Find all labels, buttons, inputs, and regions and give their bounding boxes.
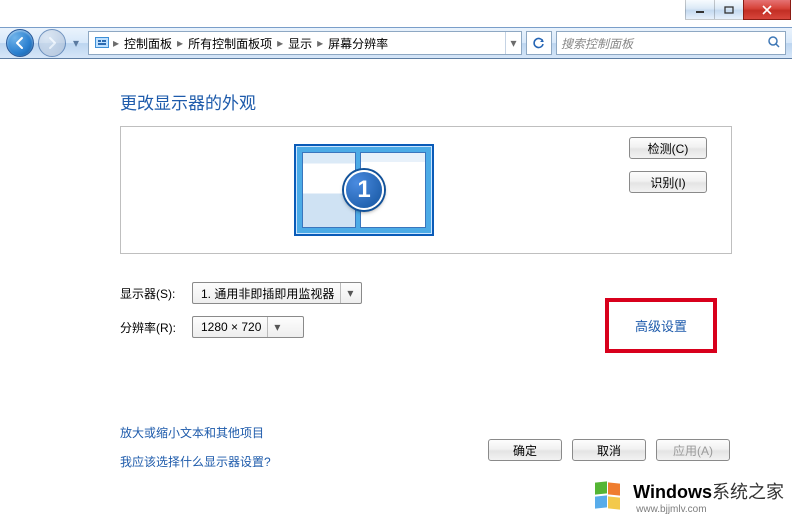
chevron-down-icon: ▾ xyxy=(340,283,353,303)
detect-button[interactable]: 检测(C) xyxy=(629,137,707,159)
forward-button[interactable] xyxy=(38,29,66,57)
nav-history-dropdown[interactable]: ▾ xyxy=(70,29,82,57)
maximize-button[interactable] xyxy=(714,0,744,20)
advanced-settings-link[interactable]: 高级设置 xyxy=(635,319,687,334)
watermark-url: www.bjjmlv.com xyxy=(636,504,784,515)
minimize-button[interactable] xyxy=(685,0,715,20)
watermark-brand: Windows xyxy=(633,482,712,502)
chevron-right-icon: ▸ xyxy=(316,36,324,50)
search-input[interactable]: 搜索控制面板 xyxy=(556,31,786,55)
refresh-button[interactable] xyxy=(526,31,552,55)
watermark-suffix: 系统之家 xyxy=(712,482,784,502)
chevron-down-icon: ▾ xyxy=(267,317,280,337)
cancel-button[interactable]: 取消 xyxy=(572,439,646,461)
monitor-preview[interactable]: 1 xyxy=(294,144,434,236)
close-button[interactable] xyxy=(743,0,791,20)
dialog-footer: 确定 取消 应用(A) xyxy=(488,439,730,461)
breadcrumb-dropdown[interactable]: ▾ xyxy=(505,32,521,54)
back-button[interactable] xyxy=(6,29,34,57)
resolution-label: 分辨率(R): xyxy=(120,310,192,344)
search-placeholder: 搜索控制面板 xyxy=(561,35,633,52)
page-title: 更改显示器的外观 xyxy=(120,89,732,114)
resolution-select-value: 1280 × 720 xyxy=(201,320,261,334)
monitor-number-badge: 1 xyxy=(344,170,384,210)
chevron-right-icon: ▸ xyxy=(276,36,284,50)
breadcrumb-item[interactable]: 所有控制面板项 xyxy=(184,35,276,52)
display-select-value: 1. 通用非即插即用监视器 xyxy=(201,285,334,302)
ok-button[interactable]: 确定 xyxy=(488,439,562,461)
identify-button[interactable]: 识别(I) xyxy=(629,171,707,193)
breadcrumb-item[interactable]: 显示 xyxy=(284,35,316,52)
highlight-annotation: 高级设置 xyxy=(605,298,717,353)
breadcrumb-item[interactable]: 控制面板 xyxy=(120,35,176,52)
breadcrumb-item[interactable]: 屏幕分辨率 xyxy=(324,35,392,52)
control-panel-icon xyxy=(92,33,112,53)
windows-logo-icon xyxy=(593,482,627,512)
breadcrumb[interactable]: ▸ 控制面板 ▸ 所有控制面板项 ▸ 显示 ▸ 屏幕分辨率 ▾ xyxy=(88,31,522,55)
display-label: 显示器(S): xyxy=(120,276,192,310)
content-area: 更改显示器的外观 1 检测(C) 识别(I) 显示器(S): 1. 通用非即插即… xyxy=(0,59,792,521)
display-preview-panel: 1 检测(C) 识别(I) xyxy=(120,126,732,254)
watermark: Windows系统之家 www.bjjmlv.com xyxy=(593,478,784,515)
search-icon xyxy=(767,35,781,52)
display-select[interactable]: 1. 通用非即插即用监视器 ▾ xyxy=(192,282,362,304)
address-bar: ▾ ▸ 控制面板 ▸ 所有控制面板项 ▸ 显示 ▸ 屏幕分辨率 ▾ 搜索控制面板 xyxy=(0,27,792,59)
resolution-select[interactable]: 1280 × 720 ▾ xyxy=(192,316,304,338)
chevron-right-icon: ▸ xyxy=(176,36,184,50)
apply-button[interactable]: 应用(A) xyxy=(656,439,730,461)
chevron-right-icon: ▸ xyxy=(112,36,120,50)
window-title-bar xyxy=(0,0,792,27)
